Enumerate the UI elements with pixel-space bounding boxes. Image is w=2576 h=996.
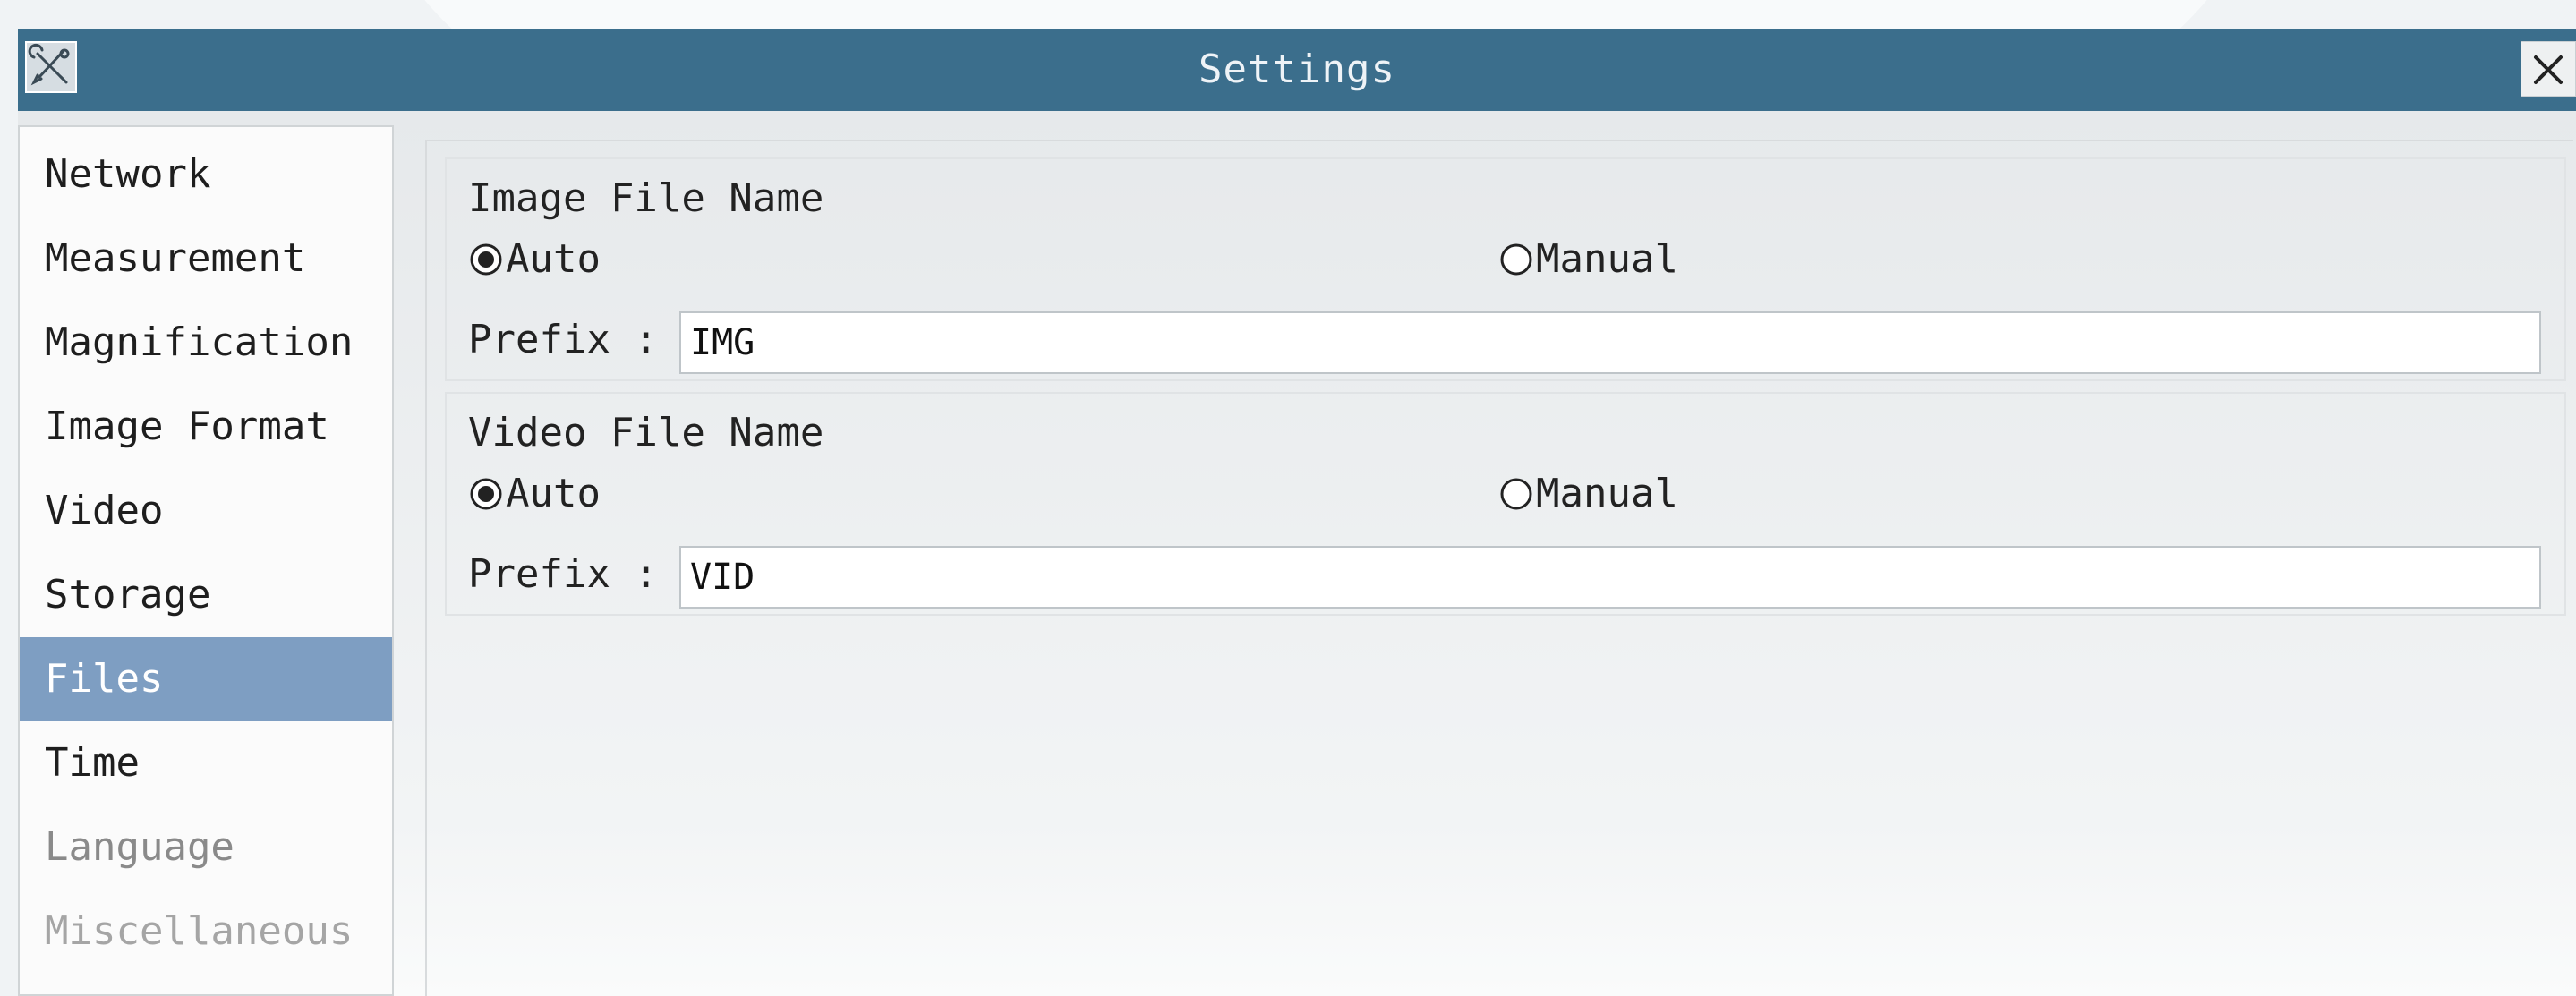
radio-label: Auto: [506, 236, 601, 282]
sidebar-item-video[interactable]: Video: [20, 469, 392, 553]
sidebar-item-language[interactable]: Language: [20, 805, 392, 890]
radio-label: Manual: [1536, 236, 1678, 282]
image-manual-radio[interactable]: Manual: [1498, 236, 1678, 282]
sidebar-item-files[interactable]: Files: [20, 637, 392, 721]
radio-checked-icon: [470, 478, 502, 510]
radio-unchecked-icon: [1500, 243, 1532, 276]
group-title: Video File Name: [468, 410, 824, 455]
close-icon: [2534, 55, 2563, 84]
title-bar: Settings: [18, 29, 2576, 113]
close-button[interactable]: [2521, 41, 2576, 97]
video-file-name-group: Video File Name Auto Manual Prefix :: [445, 392, 2566, 616]
sidebar-item-network[interactable]: Network: [20, 132, 392, 217]
screen: Settings Network Measurement Magnificati…: [0, 0, 2576, 996]
window-title: Settings: [1198, 47, 1395, 92]
sidebar-item-measurement[interactable]: Measurement: [20, 217, 392, 301]
files-settings-panel: Image File Name Auto Manual Prefix : Vid…: [425, 140, 2573, 996]
group-title: Image File Name: [468, 175, 824, 221]
radio-label: Auto: [506, 471, 601, 516]
prefix-label: Prefix :: [468, 551, 658, 597]
settings-sidebar: Network Measurement Magnification Image …: [18, 125, 394, 996]
image-prefix-input[interactable]: [679, 311, 2541, 374]
image-auto-radio[interactable]: Auto: [468, 236, 601, 282]
image-file-name-group: Image File Name Auto Manual Prefix :: [445, 157, 2566, 381]
dialog-body: Network Measurement Magnification Image …: [18, 111, 2576, 996]
radio-checked-icon: [470, 243, 502, 276]
video-manual-radio[interactable]: Manual: [1498, 471, 1678, 516]
prefix-label: Prefix :: [468, 317, 658, 362]
video-auto-radio[interactable]: Auto: [468, 471, 601, 516]
video-prefix-input[interactable]: [679, 546, 2541, 609]
radio-unchecked-icon: [1500, 478, 1532, 510]
sidebar-item-time[interactable]: Time: [20, 721, 392, 805]
sidebar-item-image-format[interactable]: Image Format: [20, 385, 392, 469]
radio-label: Manual: [1536, 471, 1678, 516]
sidebar-item-storage[interactable]: Storage: [20, 553, 392, 637]
sidebar-item-miscellaneous[interactable]: Miscellaneous: [20, 890, 392, 974]
sidebar-item-magnification[interactable]: Magnification: [20, 301, 392, 385]
